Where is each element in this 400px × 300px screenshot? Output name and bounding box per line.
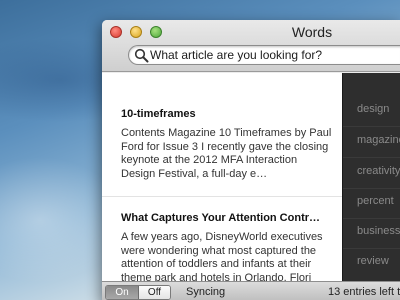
window-title: Words (291, 24, 333, 40)
list-item[interactable]: What Captures Your Attention Contr… A fe… (102, 197, 342, 281)
list-item[interactable]: 10-timeframes Contents Magazine 10 Timef… (102, 73, 342, 197)
tag-item-design[interactable]: design (357, 103, 400, 115)
minimize-button[interactable] (130, 26, 142, 38)
toggle-on-option[interactable]: On (106, 286, 139, 299)
entries-left-count: 13 entries left to (328, 286, 400, 298)
search-input[interactable] (150, 47, 400, 63)
entry-title: What Captures Your Attention Contr… (121, 212, 321, 224)
tag-item-percent[interactable]: percent (357, 195, 400, 207)
tag-item-review[interactable]: review (357, 255, 400, 267)
zoom-button[interactable] (150, 26, 162, 38)
tag-divider (343, 218, 400, 219)
words-app-window: Words 10-timeframes Contents Magazine 10… (102, 20, 400, 300)
tag-item-magazine[interactable]: magazine (357, 134, 400, 146)
tag-divider (343, 248, 400, 249)
close-button[interactable] (110, 26, 122, 38)
toggle-off-option[interactable]: Off (139, 286, 170, 299)
tag-divider (343, 126, 400, 127)
sync-toggle[interactable]: On Off (105, 285, 171, 300)
entry-excerpt: Contents Magazine 10 Timeframes by Paul … (121, 127, 332, 180)
sync-status-text: Syncing (186, 286, 226, 298)
tag-item-business[interactable]: business (357, 225, 400, 237)
article-list: 10-timeframes Contents Magazine 10 Timef… (102, 73, 342, 281)
tag-divider (343, 188, 400, 189)
titlebar: Words (102, 20, 400, 72)
tag-sidebar: design magazine creativity percent busin… (342, 73, 400, 281)
status-bar: On Off Syncing 13 entries left to (102, 281, 400, 300)
search-icon (134, 48, 149, 63)
search-field[interactable] (128, 45, 400, 65)
tag-item-creativity[interactable]: creativity (357, 165, 400, 177)
tag-divider (343, 157, 400, 158)
entry-excerpt: A few years ago, DisneyWorld executives … (121, 231, 323, 281)
entry-title: 10-timeframes (121, 108, 196, 120)
